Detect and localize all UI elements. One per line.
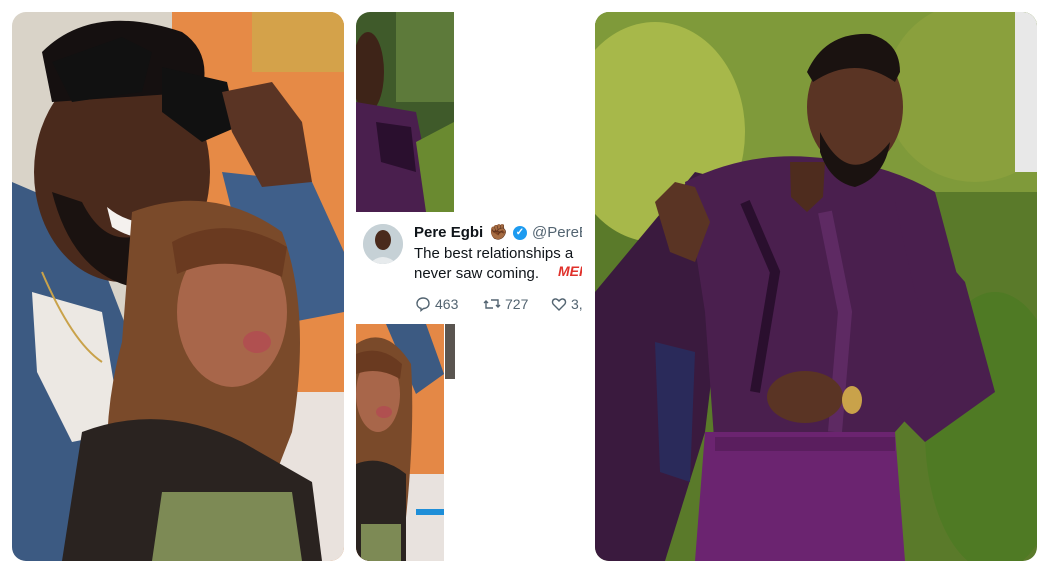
reply-count: 463 (435, 296, 459, 312)
fist-emoji-icon: ✊🏾 (489, 224, 508, 241)
tweet-text-emoji: MEF (558, 263, 582, 279)
reply-icon (415, 296, 431, 312)
repost-button[interactable]: 727 (483, 296, 528, 312)
like-button[interactable]: 3, (551, 296, 582, 312)
couple-selfie-image (12, 12, 344, 561)
man-in-purple-image (595, 12, 1037, 561)
tweet-text-line-1: The best relationships a (414, 245, 574, 262)
left-photo-couple (12, 12, 344, 561)
tweet-handle[interactable]: @PereE (532, 224, 582, 241)
like-count: 3, (571, 296, 582, 312)
middle-collage: Pere Egbi ✊🏾 ✓ @PereE The best relations… (356, 12, 584, 561)
verified-badge-icon: ✓ (513, 226, 527, 240)
repost-count: 727 (505, 296, 529, 312)
tweet-text-line-2: never saw coming. (414, 265, 540, 282)
repost-icon (483, 296, 501, 312)
middle-bottom-strip (445, 324, 455, 379)
reply-button[interactable]: 463 (415, 296, 458, 312)
middle-top-photo (356, 12, 454, 212)
right-photo-man-purple (595, 12, 1037, 561)
heart-icon (551, 296, 567, 312)
tweet-card[interactable]: Pere Egbi ✊🏾 ✓ @PereE The best relations… (357, 214, 582, 322)
middle-bottom-photo (356, 324, 444, 561)
tweet-display-name[interactable]: Pere Egbi (414, 224, 483, 241)
tweet-avatar[interactable] (363, 224, 403, 264)
